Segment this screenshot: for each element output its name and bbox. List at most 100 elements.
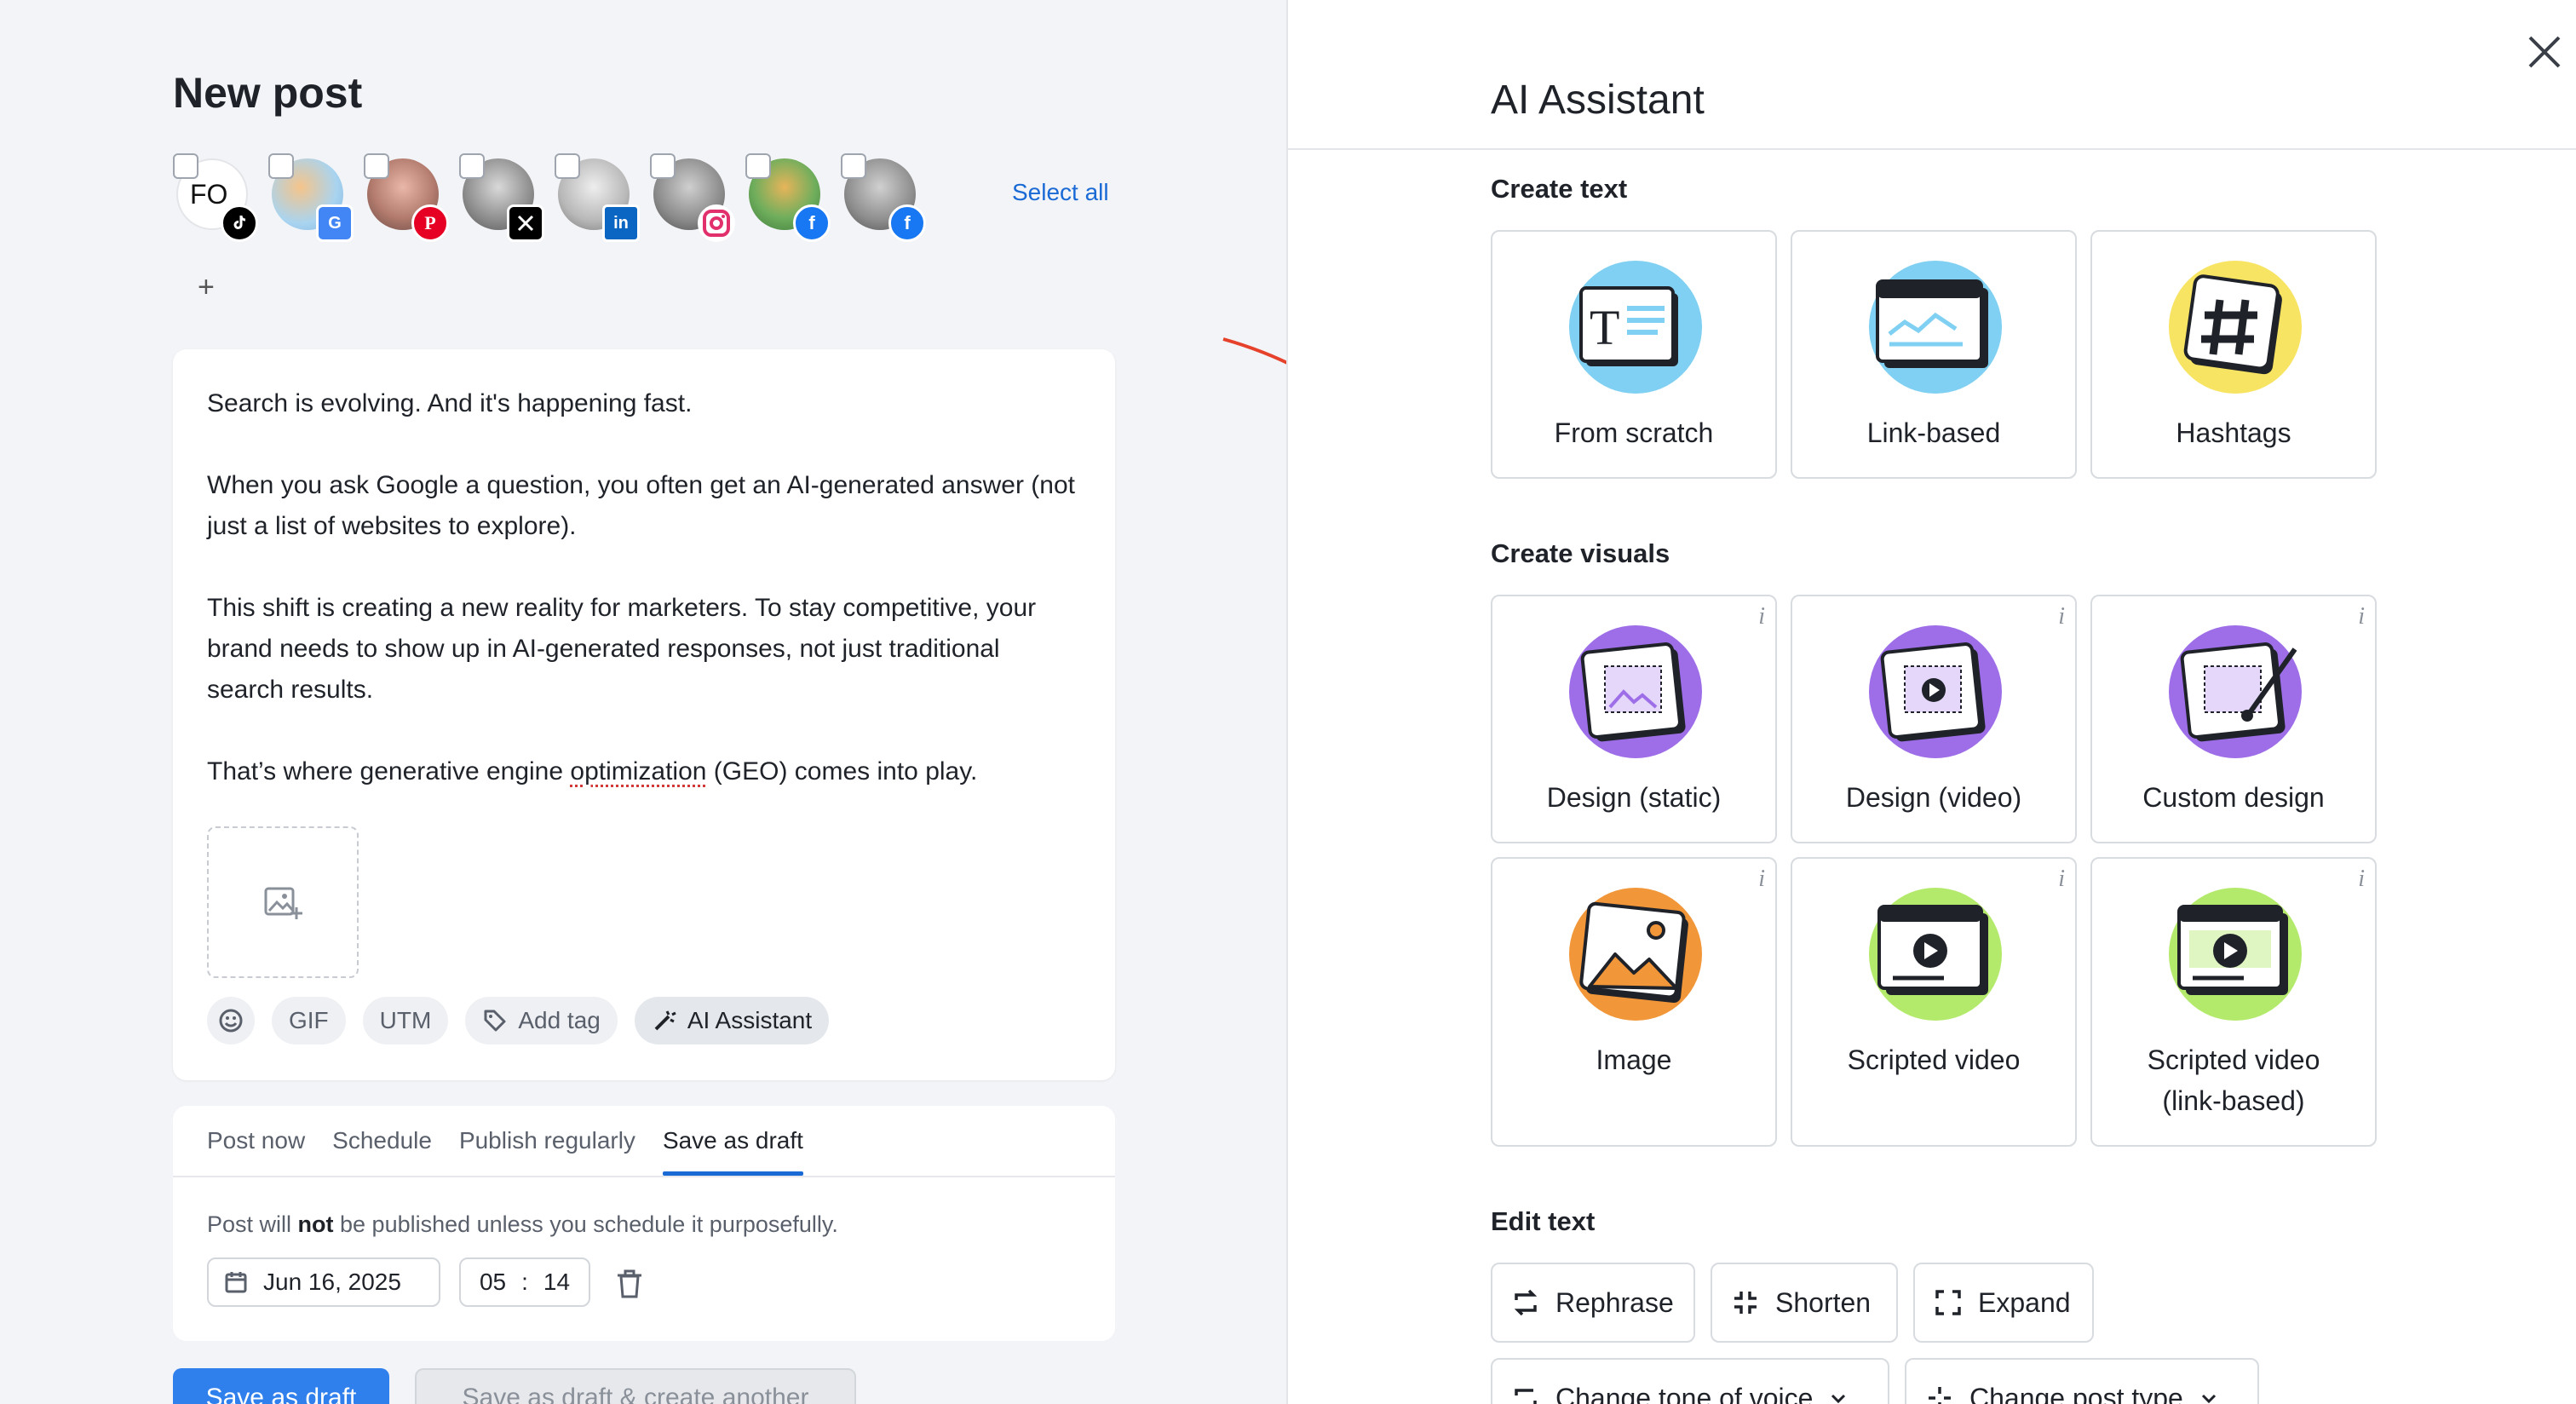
hour-value[interactable]: 05: [480, 1269, 506, 1296]
account-checkbox[interactable]: [173, 153, 198, 179]
account-checkbox[interactable]: [841, 153, 866, 179]
gif-button[interactable]: GIF: [272, 997, 346, 1044]
account-linkedin[interactable]: in: [555, 153, 640, 242]
shorten-label: Shorten: [1775, 1286, 1872, 1318]
change-post-type-label: Change post type: [1969, 1382, 2183, 1404]
svg-text:T: T: [1590, 300, 1619, 355]
change-post-type-dropdown[interactable]: Change post type: [1905, 1358, 2259, 1404]
misspelled-word[interactable]: optimization: [570, 757, 706, 785]
card-design-video[interactable]: i Design (video): [1791, 595, 2077, 843]
smile-icon: [219, 1009, 243, 1033]
linkedin-icon: in: [602, 204, 640, 242]
tabs-divider: [173, 1176, 1115, 1177]
card-label-line-1: Scripted video: [2147, 1044, 2320, 1075]
note-text: be published unless you schedule it purp…: [333, 1211, 838, 1237]
post-paragraph: That’s where generative engine optimizat…: [207, 751, 1076, 792]
account-google-business[interactable]: G: [268, 153, 354, 242]
account-checkbox[interactable]: [459, 153, 485, 179]
instagram-icon: [698, 204, 735, 242]
rephrase-button[interactable]: Rephrase: [1491, 1263, 1695, 1343]
date-picker[interactable]: Jun 16, 2025: [207, 1257, 440, 1307]
card-label: From scratch: [1554, 417, 1714, 448]
card-label: Image: [1596, 1044, 1672, 1075]
ai-assistant-label: AI Assistant: [687, 1007, 813, 1033]
account-pinterest[interactable]: P: [364, 153, 449, 242]
account-facebook-2[interactable]: f: [841, 153, 926, 242]
account-x[interactable]: [459, 153, 544, 242]
expand-button[interactable]: Expand: [1913, 1263, 2094, 1343]
account-instagram[interactable]: [650, 153, 735, 242]
account-checkbox[interactable]: [364, 153, 389, 179]
account-tiktok[interactable]: FO: [173, 153, 258, 242]
rephrase-label: Rephrase: [1555, 1286, 1674, 1318]
ai-assistant-button[interactable]: AI Assistant: [634, 997, 830, 1044]
tab-post-now[interactable]: Post now: [207, 1106, 305, 1176]
info-icon[interactable]: i: [1758, 603, 1765, 630]
add-media-dropzone[interactable]: [207, 826, 359, 978]
account-checkbox[interactable]: [650, 153, 676, 179]
expand-label: Expand: [1978, 1286, 2071, 1318]
account-facebook-1[interactable]: f: [745, 153, 831, 242]
design-static-icon: [1569, 625, 1702, 758]
card-label: Custom design: [2142, 782, 2325, 813]
pinterest-icon: P: [411, 204, 449, 242]
add-tag-button[interactable]: Add tag: [465, 997, 618, 1044]
select-all-link[interactable]: Select all: [1012, 179, 1109, 206]
image-icon: [1569, 888, 1702, 1021]
card-from-scratch[interactable]: T From scratch: [1491, 230, 1777, 479]
card-label: Scripted video: [1847, 1044, 2021, 1075]
card-design-static[interactable]: i Design (static): [1491, 595, 1777, 843]
card-scripted-video-link-based[interactable]: i Scripted video (link-based): [2090, 857, 2377, 1147]
save-as-draft-button[interactable]: Save as draft: [173, 1368, 389, 1404]
time-picker[interactable]: 05 : 14: [459, 1257, 590, 1307]
close-icon[interactable]: [2521, 29, 2567, 75]
google-business-icon: G: [316, 204, 354, 242]
date-value: Jun 16, 2025: [263, 1269, 401, 1295]
info-icon[interactable]: i: [2058, 603, 2065, 630]
account-checkbox[interactable]: [555, 153, 580, 179]
scripted-video-link-icon: [2169, 888, 2302, 1021]
post-paragraph: This shift is creating a new reality for…: [207, 594, 1037, 704]
info-icon[interactable]: i: [2358, 603, 2365, 630]
facebook-icon: f: [888, 204, 926, 242]
card-label: Design (static): [1546, 782, 1722, 813]
text-fragment: (GEO) comes into play.: [706, 757, 978, 785]
tiktok-icon: [221, 204, 258, 242]
trash-icon[interactable]: [612, 1266, 647, 1300]
minute-value[interactable]: 14: [543, 1269, 570, 1296]
tab-publish-regularly[interactable]: Publish regularly: [459, 1106, 635, 1176]
header-divider: [1288, 148, 2576, 150]
editor-toolbar: GIF UTM Add tag AI Assistant: [207, 997, 830, 1044]
section-create-visuals: Create visuals: [1491, 538, 1670, 568]
info-icon[interactable]: i: [2358, 866, 2365, 893]
shorten-button[interactable]: Shorten: [1711, 1263, 1898, 1343]
info-icon[interactable]: i: [2058, 866, 2065, 893]
tone-icon: [1515, 1389, 1537, 1404]
ai-assistant-panel: AI Assistant Create text T From scratch …: [1286, 0, 2576, 1404]
card-link-based[interactable]: Link-based: [1791, 230, 2077, 479]
change-tone-dropdown[interactable]: Change tone of voice: [1491, 1358, 1889, 1404]
account-selector: FO G P in f f: [173, 153, 1110, 242]
emoji-button[interactable]: [207, 997, 255, 1044]
account-checkbox[interactable]: [268, 153, 294, 179]
account-checkbox[interactable]: [745, 153, 771, 179]
section-create-text: Create text: [1491, 174, 1628, 204]
save-as-draft-and-create-another-button[interactable]: Save as draft & create another: [415, 1368, 856, 1404]
publish-options: Post now Schedule Publish regularly Save…: [173, 1106, 1115, 1341]
scripted-video-icon: [1869, 888, 2002, 1021]
post-text-area[interactable]: Search is evolving. And it's happening f…: [207, 383, 1076, 792]
card-image[interactable]: i Image: [1491, 857, 1777, 1147]
utm-button[interactable]: UTM: [362, 997, 449, 1044]
x-icon: [507, 204, 544, 242]
text-document-icon: T: [1569, 261, 1702, 394]
tab-save-as-draft[interactable]: Save as draft: [662, 1106, 803, 1176]
info-icon[interactable]: i: [1758, 866, 1765, 893]
hashtag-icon: [2169, 261, 2302, 394]
avatar-initials: FO: [190, 179, 228, 210]
add-account-button[interactable]: +: [198, 271, 215, 304]
time-separator: :: [521, 1269, 528, 1295]
tab-schedule[interactable]: Schedule: [332, 1106, 432, 1176]
card-hashtags[interactable]: Hashtags: [2090, 230, 2377, 479]
card-custom-design[interactable]: i Custom design: [2090, 595, 2377, 843]
card-scripted-video[interactable]: i Scripted video: [1791, 857, 2077, 1147]
